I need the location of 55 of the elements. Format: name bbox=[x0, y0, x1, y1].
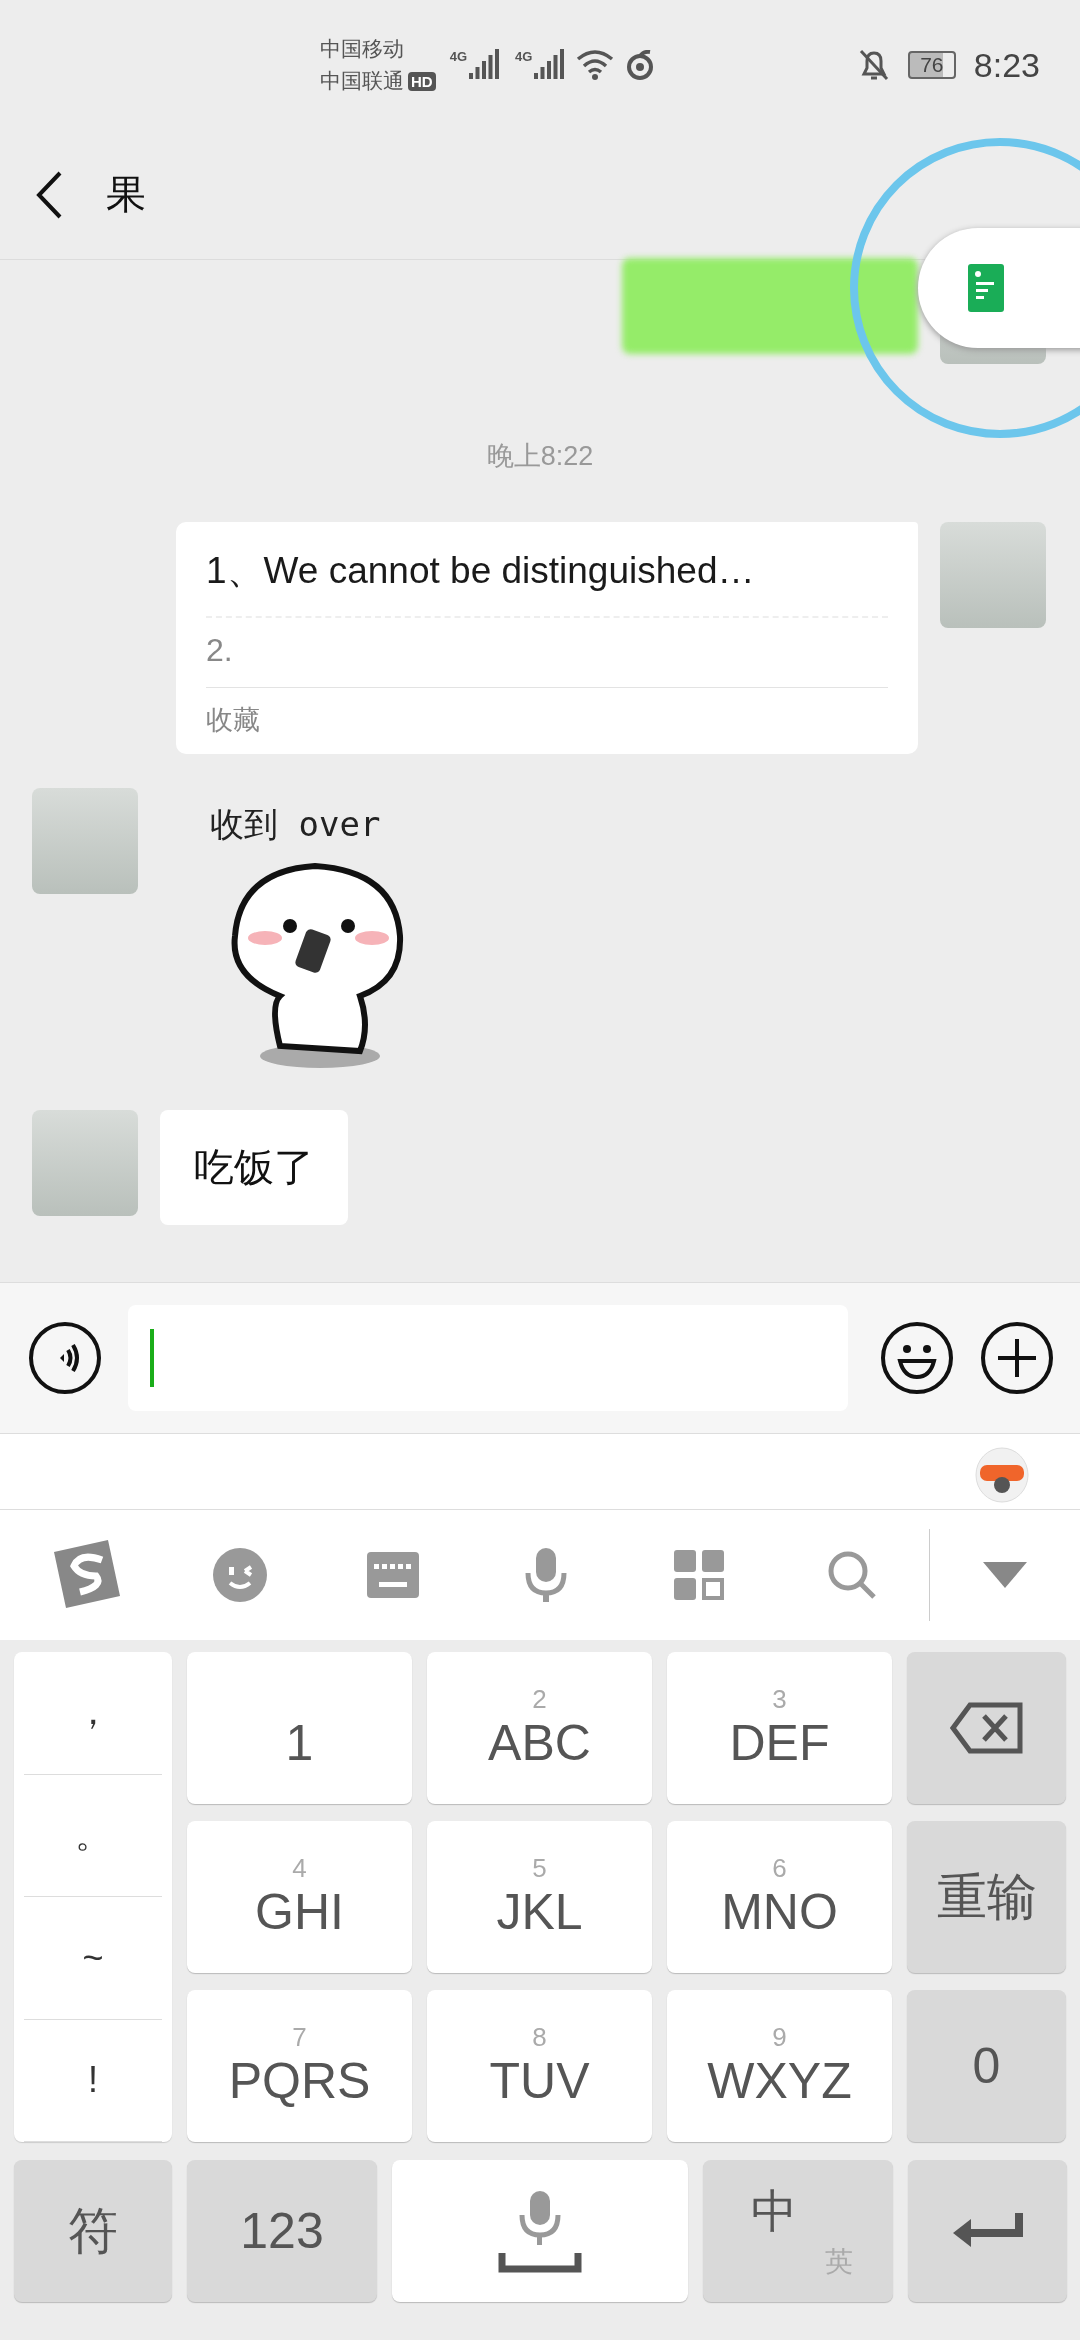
message-bubble[interactable]: 吃饭了 bbox=[160, 1110, 348, 1225]
note-line: 2. bbox=[206, 618, 888, 688]
key[interactable]: 4 GHI bbox=[187, 1821, 412, 1973]
space-key[interactable] bbox=[392, 2160, 688, 2302]
backspace-icon bbox=[949, 1702, 1024, 1754]
grid-icon[interactable] bbox=[673, 1550, 724, 1600]
chat-title: 果 bbox=[106, 171, 146, 218]
key[interactable]: 8 TUV bbox=[427, 1990, 652, 2142]
key[interactable]: 1 bbox=[187, 1652, 412, 1804]
network-type-label: 4G bbox=[515, 49, 533, 64]
message-input-field[interactable] bbox=[128, 1305, 848, 1411]
key[interactable]: 5 JKL bbox=[427, 1821, 652, 1973]
winking-face-icon[interactable] bbox=[211, 1547, 268, 1603]
voice-icon[interactable] bbox=[28, 1321, 102, 1395]
smiley-icon[interactable] bbox=[880, 1321, 954, 1395]
network-type-label: 4G bbox=[449, 49, 467, 64]
signal-icon bbox=[469, 49, 501, 81]
microphone-space-icon bbox=[498, 2189, 582, 2273]
note-title: 1、We cannot be distinguished… bbox=[206, 546, 888, 618]
clock: 8:23 bbox=[973, 45, 1040, 85]
keyboard-icon[interactable] bbox=[366, 1552, 419, 1598]
key[interactable]: 123 bbox=[187, 2160, 377, 2302]
battery-level: 76 bbox=[907, 51, 956, 79]
key[interactable]: 6 MNO bbox=[667, 1821, 892, 1973]
key[interactable]: 9 WXYZ bbox=[667, 1990, 892, 2142]
plus-icon[interactable] bbox=[980, 1321, 1054, 1395]
collapse-caret-icon[interactable] bbox=[983, 1562, 1027, 1588]
note-source: 收藏 bbox=[206, 704, 261, 737]
document-icon bbox=[968, 264, 1004, 312]
key[interactable]: 2 ABC bbox=[427, 1652, 652, 1804]
timestamp: 晚上8:22 bbox=[486, 440, 594, 473]
carrier-name: 中国移动 bbox=[320, 36, 404, 62]
key[interactable]: 7 PQRS bbox=[187, 1990, 412, 2142]
key[interactable]: 0 bbox=[907, 1990, 1066, 2142]
carrier-name: 中国联通 bbox=[320, 68, 404, 94]
punctuation-key[interactable]: ~ bbox=[24, 1897, 162, 2020]
muted-bell-icon bbox=[857, 48, 890, 82]
key[interactable]: 符 bbox=[14, 2160, 172, 2302]
punctuation-key[interactable]: ， bbox=[24, 1652, 162, 1775]
app-status-icon bbox=[626, 50, 655, 80]
punctuation-key[interactable]: 。 bbox=[24, 1774, 162, 1897]
enter-key[interactable] bbox=[908, 2160, 1067, 2302]
key[interactable]: 3 DEF bbox=[667, 1652, 892, 1804]
sticker-caption: 收到 over bbox=[210, 803, 381, 846]
back-icon[interactable] bbox=[36, 170, 62, 219]
key[interactable]: 重输 bbox=[907, 1821, 1066, 1973]
search-icon[interactable] bbox=[826, 1550, 877, 1600]
hd-badge: HD bbox=[408, 71, 436, 91]
signal-icon bbox=[534, 49, 567, 81]
microphone-icon[interactable] bbox=[523, 1547, 568, 1603]
punctuation-key[interactable]: ! bbox=[24, 2019, 162, 2142]
note-card[interactable]: 1、We cannot be distinguished… 2. 收藏 bbox=[176, 522, 918, 754]
wifi-icon bbox=[576, 49, 615, 81]
delete-key[interactable] bbox=[907, 1652, 1066, 1804]
floating-window-popup[interactable] bbox=[850, 138, 1080, 438]
